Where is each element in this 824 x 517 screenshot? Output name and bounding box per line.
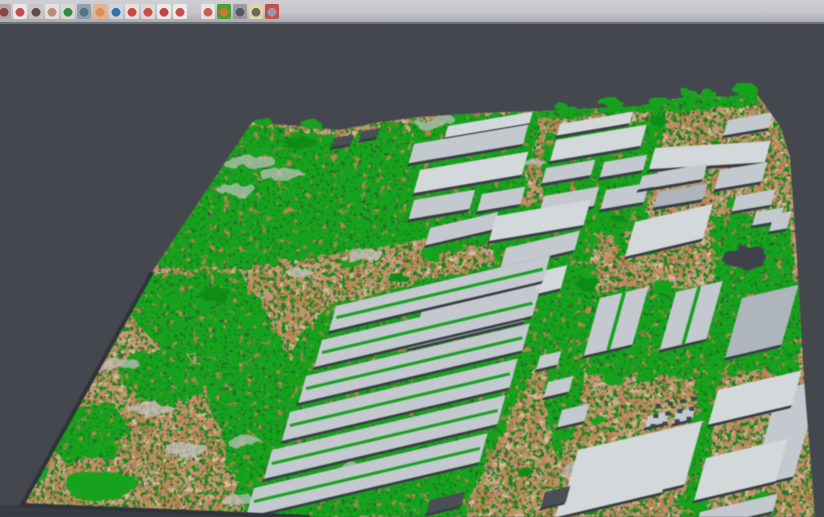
new-document-icon[interactable] (0, 4, 11, 19)
selection-box-icon[interactable] (173, 4, 187, 19)
dotted-cross-icon[interactable] (13, 4, 27, 19)
red-ring-icon[interactable] (157, 4, 171, 19)
red-stripes-icon[interactable] (141, 4, 155, 19)
red-list-icon[interactable] (125, 4, 139, 19)
points-icon[interactable] (45, 4, 59, 19)
diagonal-dots-icon[interactable] (201, 4, 215, 19)
globe-icon[interactable] (109, 4, 123, 19)
red-flag-icon[interactable] (265, 4, 279, 19)
orange-square-icon[interactable] (93, 4, 107, 19)
toolbar (0, 0, 824, 24)
colormap-icon[interactable] (217, 4, 231, 19)
yellow-x-icon[interactable] (249, 4, 263, 19)
green-hill-icon[interactable] (61, 4, 75, 19)
terrain-layers (0, 26, 824, 517)
mountain-icon[interactable] (29, 4, 43, 19)
binoculars-icon[interactable] (233, 4, 247, 19)
viewport-3d[interactable] (0, 26, 824, 517)
terrain-point-cloud (0, 26, 824, 517)
panel-icon[interactable] (77, 4, 91, 19)
